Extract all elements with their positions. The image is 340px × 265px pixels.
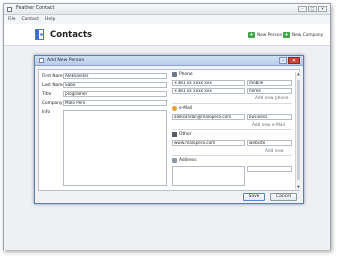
minimize-button[interactable]: – — [298, 6, 307, 12]
address-type-field[interactable] — [247, 166, 292, 172]
maximize-button[interactable]: □ — [308, 6, 317, 12]
add-other-link[interactable]: Add new — [265, 149, 284, 154]
dialog-body: First Name Aleksandar Last Name Sabo Tit… — [38, 69, 300, 191]
address-heading: Address — [179, 158, 197, 163]
new-company-button[interactable]: + New Company — [283, 32, 323, 38]
new-person-label: New Person — [257, 32, 283, 38]
other-section-header: Other — [172, 132, 191, 137]
email-heading: e-Mail — [179, 106, 193, 111]
save-button[interactable]: Save — [243, 193, 265, 201]
other-type-field[interactable]: website — [247, 140, 292, 146]
menu-file[interactable]: File — [8, 15, 16, 24]
divider — [172, 103, 292, 104]
window-controls: – □ ✕ — [298, 6, 327, 12]
last-name-field[interactable]: Sabo — [63, 82, 167, 88]
dialog-icon — [39, 58, 44, 63]
first-name-label: First Name — [42, 74, 66, 79]
company-field[interactable]: Malo Pero — [63, 100, 167, 106]
divider — [172, 129, 292, 130]
phone-heading: Phone — [179, 72, 193, 77]
add-phone-link[interactable]: Add new phone — [255, 96, 288, 101]
header: Contacts + New Person + New Company — [4, 24, 330, 46]
other-icon — [172, 132, 177, 137]
menu-contact[interactable]: Contact — [22, 15, 40, 24]
dialog-minimize-button[interactable]: – — [279, 57, 287, 64]
other-value-field[interactable]: www.malopero.com — [172, 140, 245, 146]
first-name-field[interactable]: Aleksandar — [63, 73, 167, 79]
dialog-title: Add New Person — [47, 58, 85, 63]
address-icon — [172, 158, 177, 163]
window-title: Feather Contact — [16, 6, 55, 11]
scroll-thumb[interactable] — [297, 80, 300, 180]
menu-help[interactable]: Help — [45, 15, 55, 24]
menu-bar: File Contact Help — [4, 15, 330, 24]
phone-type-field[interactable]: mobile — [247, 80, 292, 86]
title-bar: Feather Contact – □ ✕ — [4, 4, 330, 15]
new-company-label: New Company — [292, 32, 324, 38]
add-person-dialog: Add New Person – ✕ First Name Aleksandar… — [34, 55, 304, 204]
add-person-icon: + — [248, 32, 255, 38]
dialog-title-bar: Add New Person – ✕ — [35, 56, 303, 66]
scroll-up-icon[interactable]: ▲ — [296, 72, 301, 77]
address-section-header: Address — [172, 158, 197, 163]
email-type-field[interactable]: business — [247, 114, 292, 120]
company-label: Company — [42, 101, 63, 106]
title-label: Title — [42, 92, 52, 97]
other-heading: Other — [179, 132, 192, 137]
divider — [172, 155, 292, 156]
phone-section-header: Phone — [172, 72, 193, 77]
title-field[interactable]: programer — [63, 91, 167, 97]
phone-number-field[interactable]: +381 xx xxxx xxx — [172, 88, 245, 94]
app-icon — [7, 7, 12, 12]
email-section-header: e-Mail — [172, 106, 192, 111]
contacts-book-icon — [35, 29, 44, 40]
cancel-button[interactable]: Cancel — [270, 193, 297, 201]
email-address-field[interactable]: aleksandar@malopero.com — [172, 114, 245, 120]
scroll-down-icon[interactable]: ▼ — [296, 185, 301, 190]
info-label: Info — [42, 110, 51, 115]
new-person-button[interactable]: + New Person — [248, 32, 282, 38]
add-company-icon: + — [283, 32, 290, 38]
phone-icon — [172, 72, 177, 77]
address-textarea[interactable] — [172, 166, 245, 186]
info-textarea[interactable] — [63, 110, 167, 186]
scrollbar[interactable]: ▲ ▼ — [295, 72, 300, 190]
dialog-close-button[interactable]: ✕ — [288, 57, 300, 64]
add-email-link[interactable]: Add new e-Mail — [252, 123, 285, 128]
email-icon — [172, 106, 177, 111]
phone-number-field[interactable]: +381 xx xxxx xxx — [172, 80, 245, 86]
phone-type-field[interactable]: home — [247, 88, 292, 94]
page-title: Contacts — [50, 30, 93, 40]
last-name-label: Last Name — [42, 83, 65, 88]
close-button[interactable]: ✕ — [318, 6, 327, 12]
